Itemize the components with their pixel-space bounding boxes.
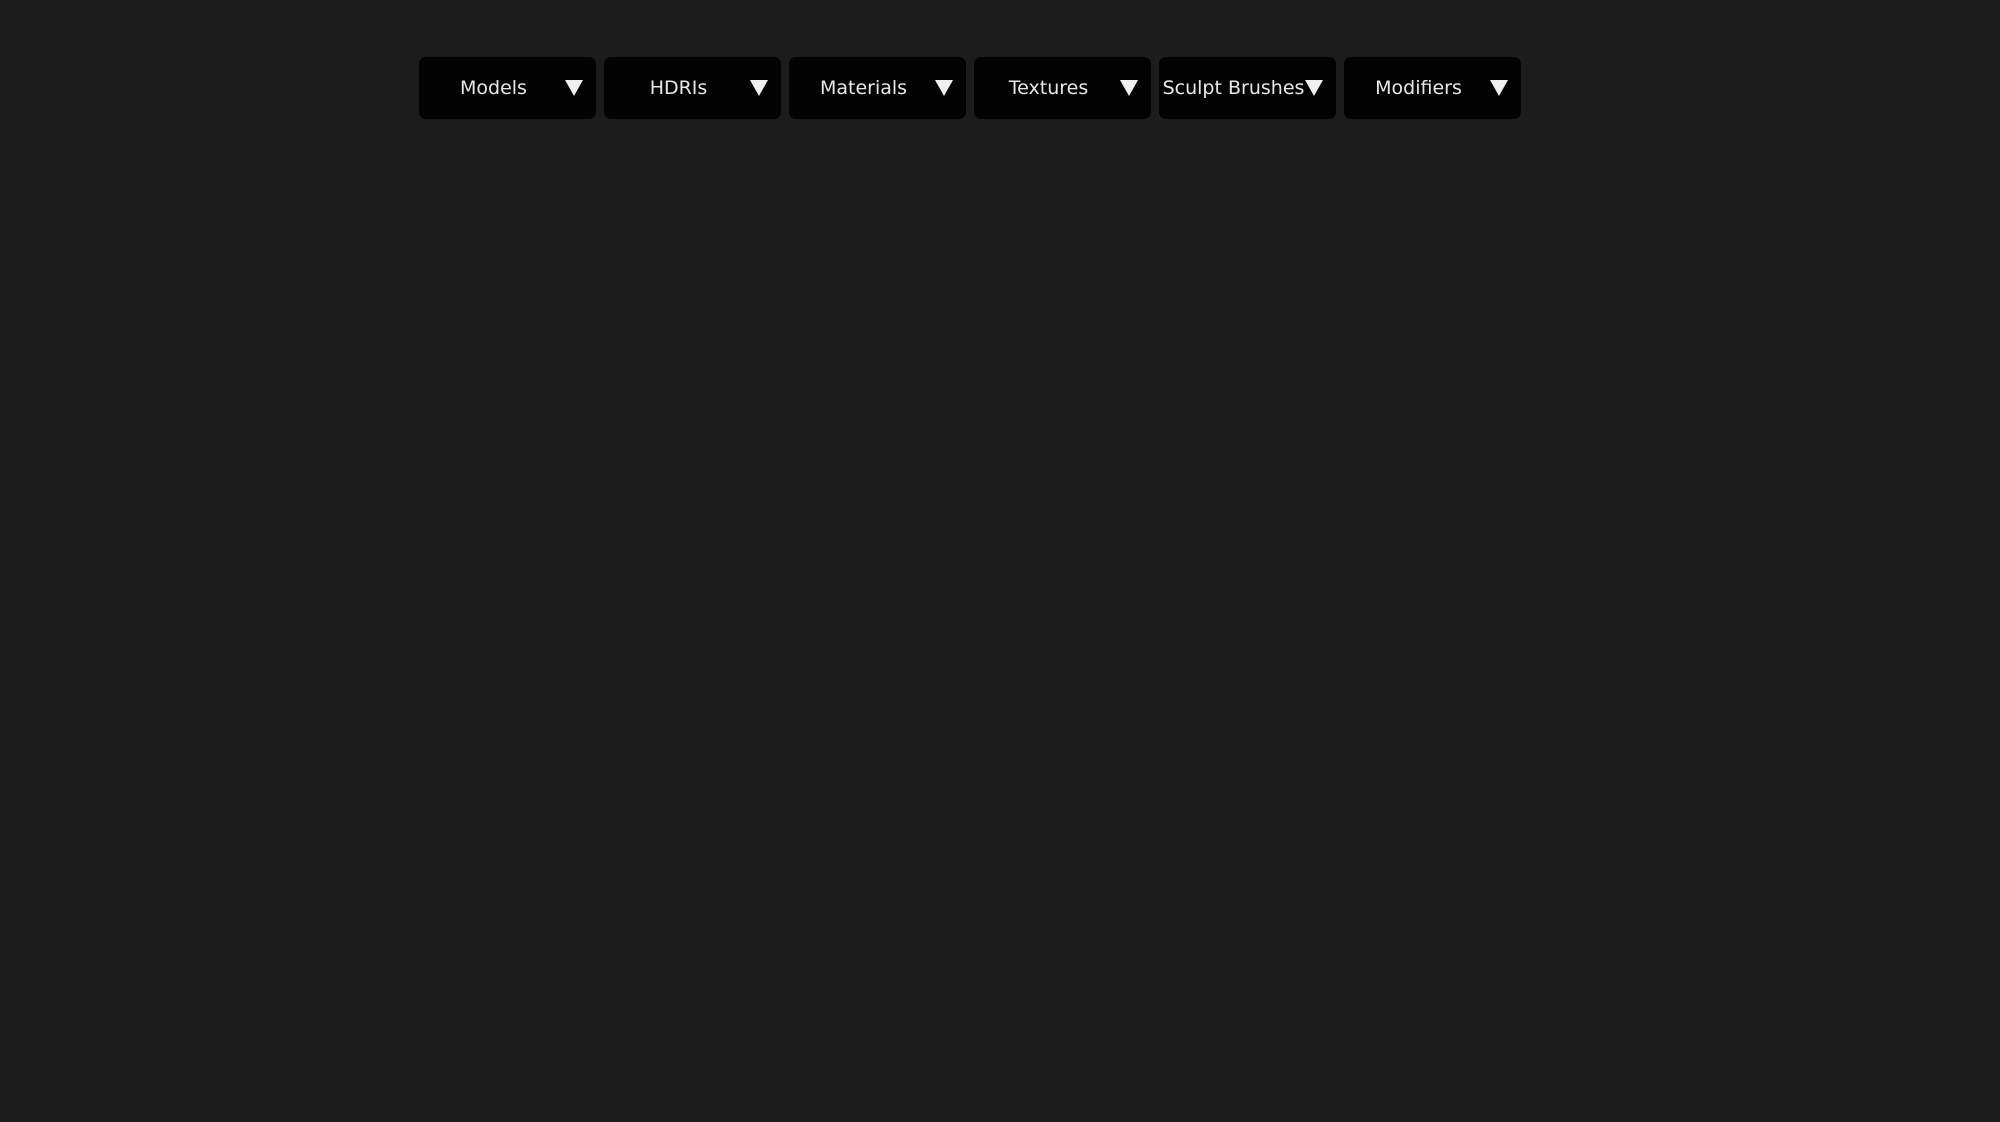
triangle-down-icon [935,80,953,96]
dropdown-textures[interactable]: Textures [974,57,1151,119]
dropdown-label: Sculpt Brushes [1162,77,1305,99]
category-menubar: Models HDRIs Materials Textures Sculpt B… [419,57,1521,119]
triangle-down-icon [1490,80,1508,96]
dropdown-models[interactable]: Models [419,57,596,119]
dropdown-label: Modifiers [1375,77,1462,99]
dropdown-label: Models [460,77,527,99]
dropdown-label: Materials [819,77,908,99]
triangle-down-icon [750,80,768,96]
dropdown-modifiers[interactable]: Modifiers [1344,57,1521,119]
triangle-down-icon [1120,80,1138,96]
dropdown-label: Textures [1008,77,1089,99]
dropdown-hdris[interactable]: HDRIs [604,57,781,119]
dropdown-sculpt-brushes[interactable]: Sculpt Brushes [1159,57,1336,119]
triangle-down-icon [565,80,583,96]
triangle-down-icon [1305,80,1323,96]
page: Models HDRIs Materials Textures Sculpt B… [0,0,2000,1122]
dropdown-materials[interactable]: Materials [789,57,966,119]
dropdown-label: HDRIs [649,77,708,99]
